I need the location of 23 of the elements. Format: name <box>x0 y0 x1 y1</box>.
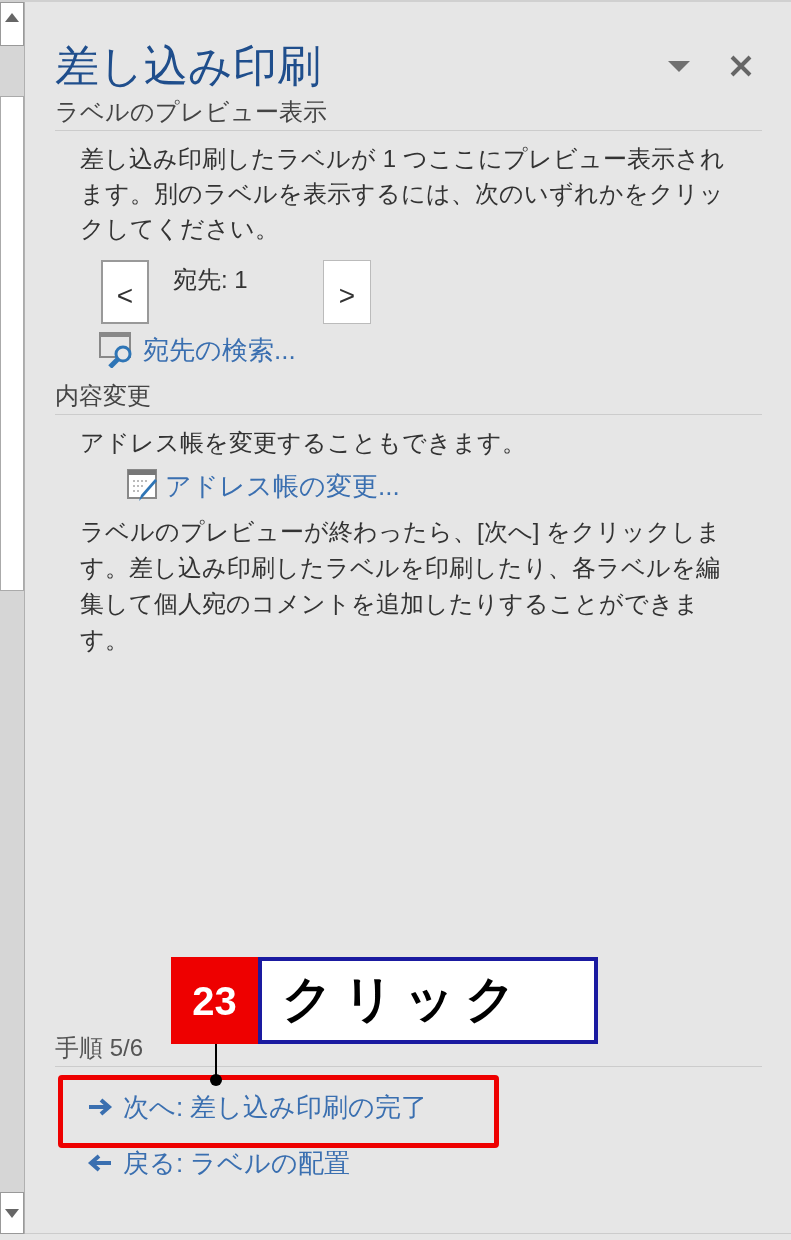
back-step-link[interactable]: 戻る: ラベルの配置 <box>123 1145 351 1181</box>
previous-button[interactable]: < <box>101 260 149 324</box>
next-step-link[interactable]: 次へ: 差し込み印刷の完了 <box>123 1089 428 1125</box>
right-arrow-icon <box>87 1098 113 1116</box>
callout-label: クリック <box>258 957 598 1044</box>
close-icon[interactable] <box>730 55 752 77</box>
scrollbar[interactable] <box>0 2 25 1234</box>
dropdown-icon[interactable] <box>668 60 690 72</box>
pane-title: 差し込み印刷 <box>55 40 322 92</box>
link[interactable]: 宛先の検索... <box>143 330 296 370</box>
next-button[interactable]: > <box>323 260 371 324</box>
description-text: 差し込み印刷したラベルが 1 つここにプレビュー表示されます。別のラベルを表示するには、次のいずれかをクリックしてください。 <box>79 144 726 244</box>
section-heading: ラベルのプレビュー表示 <box>55 96 762 131</box>
left-arrow-icon <box>87 1154 113 1172</box>
recipient-label: 宛先: 1 <box>173 265 249 295</box>
scroll-down-icon[interactable] <box>5 1208 19 1218</box>
section-heading: 内容変更 <box>55 380 762 415</box>
description-text: アドレス帳を変更することもできます。 <box>79 428 527 458</box>
instruction-text: ラベルのプレビューが終わったら、[次へ] をクリックします。差し込み印刷したラベルを印刷したり、各ラベルを編集して個人宛のコメントを追加したりすることができます。 <box>79 517 722 655</box>
step-number-badge: 23 <box>171 957 258 1044</box>
link[interactable]: アドレス帳の変更... <box>165 466 400 506</box>
scroll-thumb[interactable] <box>0 96 24 591</box>
scroll-up-icon[interactable] <box>5 13 19 22</box>
